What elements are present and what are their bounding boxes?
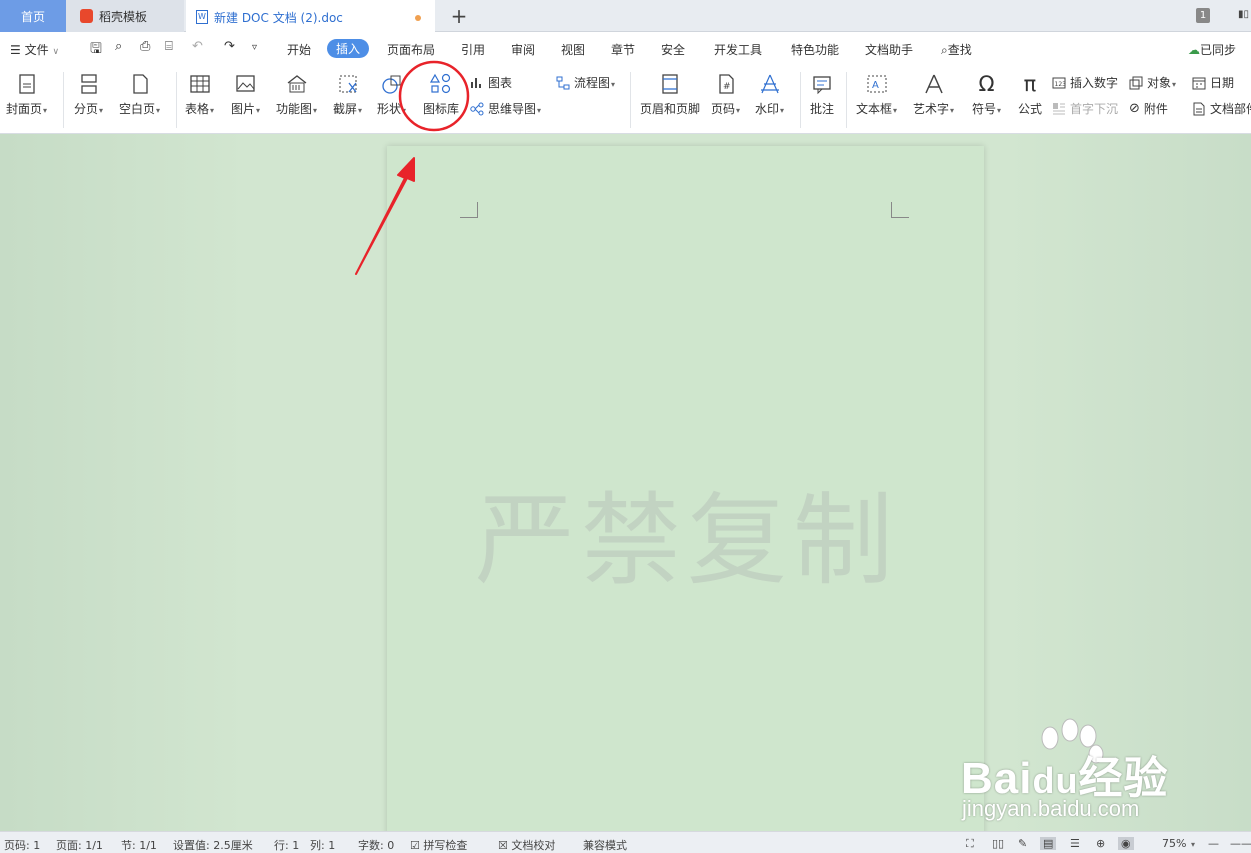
status-pages[interactable]: 页面: 1/1 — [56, 837, 103, 853]
web-view-icon[interactable]: ⊕ — [1096, 837, 1105, 850]
page-view-icon[interactable]: ▤ — [1040, 837, 1057, 850]
proofread-label: 文档校对 — [511, 839, 556, 852]
spell-check-toggle[interactable]: ☑ 拼写检查 — [410, 837, 467, 853]
proofread-icon: ☒ — [498, 839, 508, 852]
zoom-level[interactable]: 75% ▾ — [1162, 837, 1195, 850]
pen-icon[interactable]: ✎ — [1018, 837, 1027, 850]
spell-check-label: 拼写检查 — [423, 839, 468, 852]
fullscreen-icon[interactable]: ⛶ — [966, 837, 974, 851]
status-setting[interactable]: 设置值: 2.5厘米 — [173, 837, 253, 853]
status-word-count[interactable]: 字数: 0 — [358, 837, 394, 853]
status-row[interactable]: 行: 1 — [274, 837, 299, 853]
spell-check-icon: ☑ — [410, 839, 420, 852]
eye-protection-icon[interactable]: ◉ — [1118, 837, 1134, 850]
status-page-code[interactable]: 页码: 1 — [4, 837, 40, 853]
zoom-slider[interactable]: —— — [1230, 837, 1251, 850]
proofread-button[interactable]: ☒ 文档校对 — [498, 837, 555, 853]
status-section[interactable]: 节: 1/1 — [121, 837, 157, 853]
reading-mode-icon[interactable]: ▯▯ — [992, 837, 1004, 850]
baidu-jingyan-url: jingyan.baidu.com — [962, 796, 1140, 821]
brand-du: du — [1032, 760, 1079, 801]
annotation-circle — [398, 60, 470, 132]
status-bar: 页码: 1 页面: 1/1 节: 1/1 设置值: 2.5厘米 行: 1 列: … — [0, 831, 1251, 853]
outline-view-icon[interactable]: ☰ — [1070, 837, 1080, 850]
compat-mode-label: 兼容模式 — [583, 839, 627, 852]
annotation-arrow — [355, 157, 415, 275]
zoom-out-button[interactable]: — — [1208, 837, 1219, 850]
zoom-level-value: 75% — [1162, 837, 1187, 850]
status-col[interactable]: 列: 1 — [310, 837, 335, 853]
